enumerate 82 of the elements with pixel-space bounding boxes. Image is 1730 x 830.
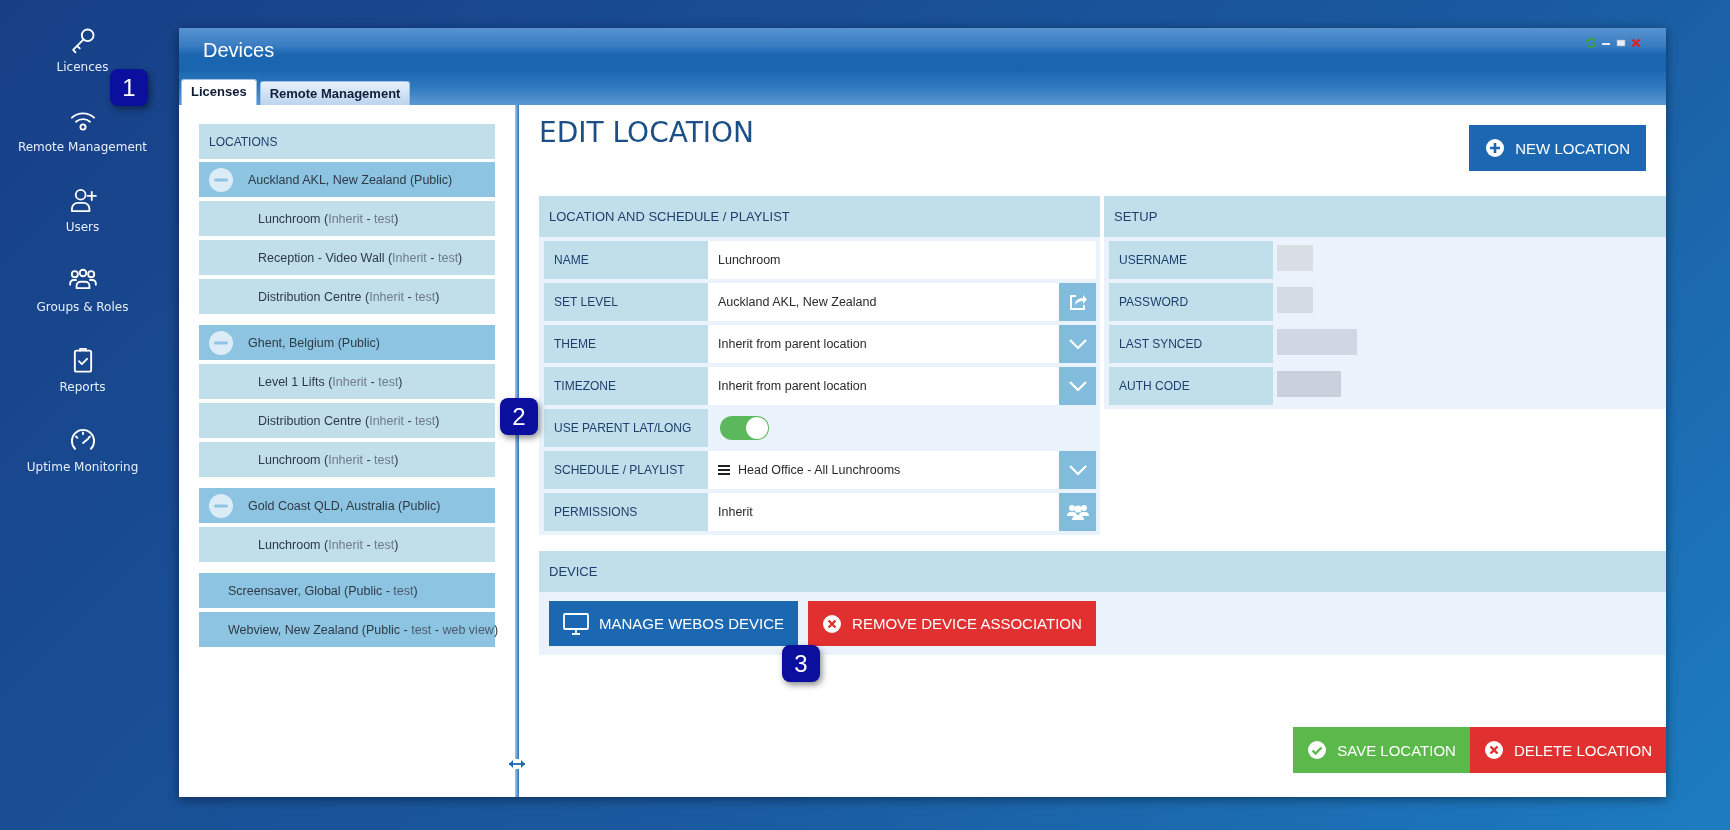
- section-header: LOCATION AND SCHEDULE / PLAYLIST: [539, 196, 1100, 237]
- toggle-switch[interactable]: [720, 416, 769, 440]
- tree-header: LOCATIONS: [199, 124, 495, 159]
- tree-row[interactable]: Lunchroom (Inherit - test): [199, 201, 495, 236]
- nav-item-label[interactable]: Reports: [59, 380, 106, 394]
- delete-button[interactable]: DELETE LOCATION: [1469, 727, 1666, 773]
- select-field[interactable]: Inherit from parent location: [708, 367, 1059, 405]
- location-name: Distribution Centre (Inherit - test): [258, 413, 440, 428]
- level-field[interactable]: Auckland AKL, New Zealand: [708, 283, 1059, 321]
- window-title: Devices: [203, 38, 275, 62]
- resize-handle-icon[interactable]: [508, 759, 526, 769]
- field-label: PASSWORD: [1109, 283, 1273, 321]
- chevron-down-icon[interactable]: [1067, 338, 1088, 350]
- nav-item-label[interactable]: Remote Management: [17, 140, 148, 154]
- field-action-button[interactable]: [1059, 367, 1096, 405]
- manage-device-button[interactable]: MANAGE WEBOS DEVICE: [549, 601, 799, 646]
- close-icon: [822, 613, 843, 634]
- share-icon[interactable]: [1067, 293, 1088, 311]
- tree-row[interactable]: Level 1 Lifts (Inherit - test): [199, 364, 495, 399]
- plus-icon: [1485, 138, 1506, 158]
- remove-device-button[interactable]: REMOVE DEVICE ASSOCIATION: [808, 601, 1096, 646]
- location-name: Lunchroom (Inherit - test): [258, 211, 399, 226]
- nav-item-label[interactable]: Users: [65, 220, 100, 234]
- field-label: NAME: [544, 241, 708, 279]
- tree-group-row[interactable]: Gold Coast QLD, Australia (Public): [199, 488, 495, 523]
- collapse-icon[interactable]: [209, 330, 233, 355]
- tree-group-row[interactable]: Ghent, Belgium (Public): [199, 325, 495, 360]
- maximize-icon[interactable]: [1615, 37, 1627, 49]
- field-label: TIMEZONE: [544, 367, 708, 405]
- field-label: SCHEDULE / PLAYLIST: [544, 451, 708, 489]
- nav-item-label[interactable]: Uptime Monitoring: [26, 460, 139, 474]
- field-label: THEME: [544, 325, 708, 363]
- location-name: Auckland AKL, New Zealand (Public): [248, 172, 453, 187]
- location-name: Reception - Video Wall (Inherit - test): [258, 250, 463, 265]
- chevron-down-icon[interactable]: [1067, 380, 1088, 392]
- field-label: LAST SYNCED: [1109, 325, 1273, 363]
- location-name: Level 1 Lifts (Inherit - test): [258, 374, 403, 389]
- list-icon: [718, 465, 730, 475]
- location-name: Screensaver, Global (Public - test): [228, 583, 418, 598]
- field-action-button[interactable]: [1059, 325, 1096, 363]
- page-heading: EDIT LOCATION: [539, 116, 755, 149]
- select-field[interactable]: Inherit from parent location: [708, 325, 1059, 363]
- section-header: SETUP: [1104, 196, 1666, 237]
- location-name: Gold Coast QLD, Australia (Public): [248, 498, 441, 513]
- tab[interactable]: Remote Management: [259, 81, 411, 105]
- section-header: DEVICE: [539, 551, 1666, 592]
- step-badge: 2: [500, 398, 538, 435]
- location-name: Lunchroom (Inherit - test): [258, 537, 399, 552]
- check-icon: [1307, 740, 1328, 760]
- field-action-button[interactable]: [1059, 451, 1096, 489]
- field-label: AUTH CODE: [1109, 367, 1273, 405]
- monitor-icon: [563, 612, 589, 635]
- permissions-field[interactable]: Inherit: [708, 493, 1059, 531]
- new-location-button[interactable]: NEW LOCATION: [1469, 125, 1646, 171]
- field-action-button[interactable]: [1059, 493, 1096, 531]
- field-label: PERMISSIONS: [544, 493, 708, 531]
- chevron-down-icon[interactable]: [1067, 464, 1088, 476]
- field-action-button[interactable]: [1059, 283, 1096, 321]
- tree-row[interactable]: Distribution Centre (Inherit - test): [199, 279, 495, 314]
- location-name: Lunchroom (Inherit - test): [258, 452, 399, 467]
- nav-item-label[interactable]: Groups & Roles: [36, 300, 129, 314]
- nav-item-label[interactable]: Licences: [56, 60, 109, 74]
- select-field[interactable]: Head Office - All Lunchrooms: [708, 451, 1059, 489]
- tree-row[interactable]: Lunchroom (Inherit - test): [199, 527, 495, 562]
- close-icon: [1483, 740, 1504, 760]
- location-name: Ghent, Belgium (Public): [248, 335, 380, 350]
- text-field[interactable]: Lunchroom: [708, 241, 1096, 279]
- user-plus-icon[interactable]: [68, 186, 97, 214]
- step-badge: 3: [782, 645, 820, 682]
- collapse-icon[interactable]: [209, 493, 233, 518]
- tree-row[interactable]: Distribution Centre (Inherit - test): [199, 403, 495, 438]
- tree-row[interactable]: Lunchroom (Inherit - test): [199, 442, 495, 477]
- location-name: Distribution Centre (Inherit - test): [258, 289, 440, 304]
- field-label: SET LEVEL: [544, 283, 708, 321]
- step-badge: 1: [110, 69, 148, 106]
- field-label: USE PARENT LAT/LONG: [544, 409, 708, 447]
- tree-group-row[interactable]: Auckland AKL, New Zealand (Public): [199, 162, 495, 197]
- tree-row[interactable]: Screensaver, Global (Public - test): [199, 573, 495, 608]
- collapse-icon[interactable]: [209, 167, 233, 192]
- field-label: USERNAME: [1109, 241, 1273, 279]
- tree-row[interactable]: Reception - Video Wall (Inherit - test): [199, 240, 495, 275]
- tab[interactable]: Licenses: [181, 79, 257, 105]
